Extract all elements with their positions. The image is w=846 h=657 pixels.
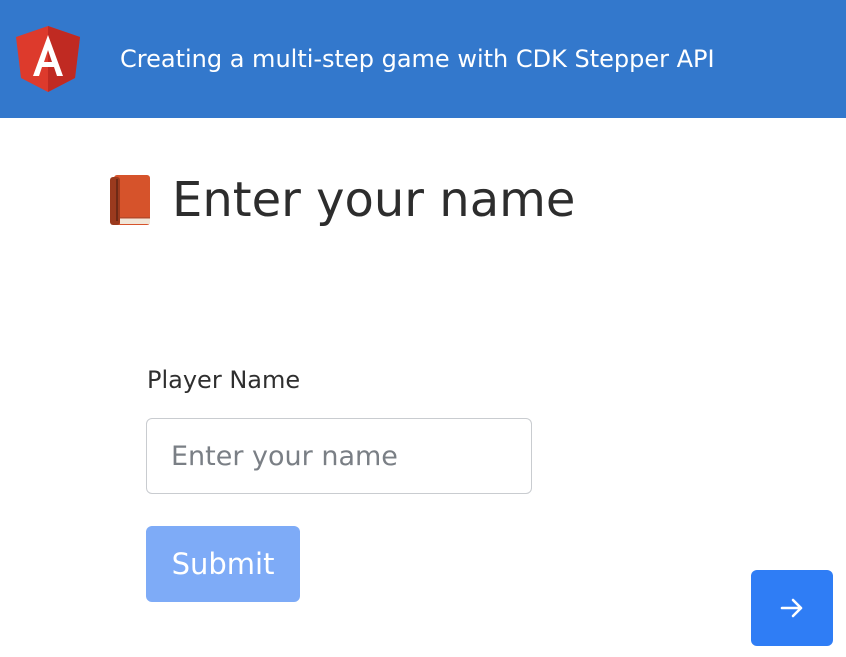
submit-button[interactable]: Submit	[146, 526, 300, 602]
app-title: Creating a multi-step game with CDK Step…	[120, 45, 715, 73]
player-name-label: Player Name	[147, 366, 301, 394]
step-heading: Enter your name	[108, 172, 575, 228]
next-step-button[interactable]	[751, 570, 833, 646]
book-icon	[110, 175, 150, 225]
app-header: Creating a multi-step game with CDK Step…	[0, 0, 846, 118]
step-title: Enter your name	[172, 172, 576, 228]
arrow-right-icon	[780, 598, 803, 618]
player-name-input[interactable]	[146, 418, 532, 494]
angular-logo-icon	[16, 26, 80, 92]
